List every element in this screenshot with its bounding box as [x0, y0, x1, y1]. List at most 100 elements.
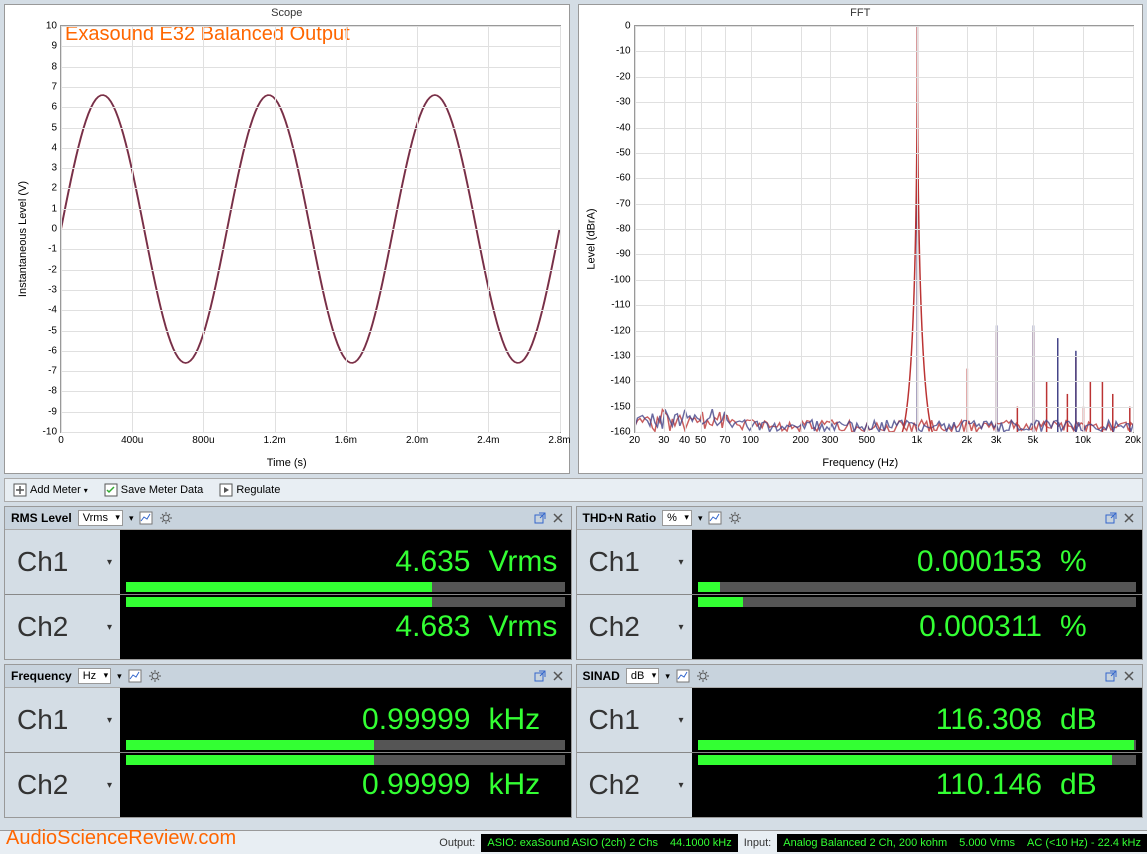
scope-title: Scope: [271, 7, 302, 19]
thdn-ch2-display: 0.000311%: [692, 595, 1143, 659]
save-icon: [104, 483, 118, 497]
close-icon[interactable]: [551, 669, 565, 683]
sinad-ch2-row: Ch2▾ 110.146 dB: [577, 753, 1143, 817]
rms-meter: RMS LevelVrms▾Ch1▾4.635VrmsCh2▾4.683Vrms: [4, 506, 572, 660]
freq-ch2-label: Ch2▾: [5, 753, 120, 817]
freq-meter: FrequencyHz▾Ch1▾0.99999kHzCh2▾0.99999kHz: [4, 664, 572, 818]
chevron-down-icon[interactable]: ▾: [107, 622, 112, 633]
save-meter-button[interactable]: Save Meter Data: [100, 481, 208, 499]
thdn-title: THD+N Ratio: [583, 511, 657, 525]
freq-ch2-value: 0.99999: [362, 768, 470, 802]
thdn-ch1-row: Ch1▾0.000153%: [577, 530, 1143, 594]
chart-icon[interactable]: [708, 511, 722, 525]
sinad-ch1-unit: dB: [1060, 703, 1132, 737]
rms-header: RMS Level Vrms ▾: [5, 507, 571, 530]
gear-icon[interactable]: [159, 511, 173, 525]
freq-ch1-value: 0.99999: [362, 703, 470, 737]
rms-ch2-display: 4.683Vrms: [120, 595, 571, 659]
chevron-down-icon[interactable]: ▾: [117, 671, 122, 682]
input-label: Input:: [738, 837, 778, 849]
chevron-down-icon[interactable]: ▾: [698, 513, 703, 524]
fft-plot-area: 0-10-20-30-40-50-60-70-80-90-100-110-120…: [634, 25, 1135, 433]
chart-icon[interactable]: [128, 669, 142, 683]
input-bw[interactable]: AC (<10 Hz) - 22.4 kHz: [1021, 834, 1147, 852]
chart-icon[interactable]: [676, 669, 690, 683]
scope-plot-area: 109876543210-1-2-3-4-5-6-7-8-9-100400u80…: [60, 25, 561, 433]
freq-ch2-row: Ch2▾ 0.99999 kHz: [5, 753, 571, 817]
rms-title: RMS Level: [11, 511, 72, 525]
sinad-header: SINAD dB ▾: [577, 665, 1143, 688]
status-bar: AudioScienceReview.com Output: ASIO: exa…: [0, 830, 1147, 854]
fft-ylabel: Level (dBrA): [585, 208, 597, 269]
chevron-down-icon: ▾: [84, 486, 88, 495]
scope-xlabel: Time (s): [267, 457, 307, 469]
output-value[interactable]: ASIO: exaSound ASIO (2ch) 2 Chs: [481, 834, 664, 852]
rms-ch1-label: Ch1▾: [5, 530, 120, 594]
gear-icon[interactable]: [148, 669, 162, 683]
freq-ch2-display: 0.99999 kHz: [120, 753, 571, 817]
rms-ch1-row: Ch1▾4.635Vrms: [5, 530, 571, 594]
scope-ylabel: Instantaneous Level (V): [17, 181, 29, 297]
gear-icon[interactable]: [728, 511, 742, 525]
fft-xlabel: Frequency (Hz): [822, 457, 898, 469]
sinad-ch1-row: Ch1▾116.308dB: [577, 688, 1143, 752]
chevron-down-icon[interactable]: ▾: [665, 671, 670, 682]
sinad-ch2-label: Ch2▾: [577, 753, 692, 817]
regulate-button[interactable]: Regulate: [215, 481, 284, 499]
chevron-down-icon[interactable]: ▾: [107, 557, 112, 568]
fft-chart: FFT Level (dBrA) 0-10-20-30-40-50-60-70-…: [578, 4, 1144, 474]
fft-title: FFT: [850, 7, 870, 19]
thdn-ch2-value: 0.000311: [919, 610, 1042, 644]
chevron-down-icon[interactable]: ▾: [678, 622, 683, 633]
rms-unit-select[interactable]: Vrms: [78, 510, 123, 526]
chevron-down-icon[interactable]: ▾: [107, 780, 112, 791]
chart-icon[interactable]: [139, 511, 153, 525]
rms-ch2-value: 4.683: [395, 610, 470, 644]
input-value[interactable]: Analog Balanced 2 Ch, 200 kohm: [777, 834, 953, 852]
chevron-down-icon[interactable]: ▾: [678, 780, 683, 791]
rms-ch1-unit: Vrms: [489, 545, 561, 579]
rms-ch2-row: Ch2▾4.683Vrms: [5, 595, 571, 659]
sinad-unit-select[interactable]: dB: [626, 668, 659, 684]
thdn-ch2-label: Ch2▾: [577, 595, 692, 659]
play-icon: [219, 483, 233, 497]
plus-icon: [13, 483, 27, 497]
freq-header: Frequency Hz ▾: [5, 665, 571, 688]
sinad-ch1-label: Ch1▾: [577, 688, 692, 752]
freq-title: Frequency: [11, 669, 72, 683]
popout-icon[interactable]: [533, 511, 547, 525]
output-rate[interactable]: 44.1000 kHz: [664, 834, 738, 852]
chevron-down-icon[interactable]: ▾: [678, 715, 683, 726]
input-level[interactable]: 5.000 Vrms: [953, 834, 1021, 852]
close-icon[interactable]: [551, 511, 565, 525]
scope-chart: Scope Exasound E32 Balanced Output Insta…: [4, 4, 570, 474]
close-icon[interactable]: [1122, 511, 1136, 525]
popout-icon[interactable]: [533, 669, 547, 683]
sinad-ch2-unit: dB: [1060, 768, 1132, 802]
chevron-down-icon[interactable]: ▾: [129, 513, 134, 524]
add-meter-button[interactable]: Add Meter ▾: [9, 481, 92, 499]
watermark: AudioScienceReview.com: [6, 827, 236, 850]
freq-ch1-row: Ch1▾ 0.99999 kHz: [5, 688, 571, 752]
close-icon[interactable]: [1122, 669, 1136, 683]
gear-icon[interactable]: [696, 669, 710, 683]
chevron-down-icon[interactable]: ▾: [107, 715, 112, 726]
freq-ch2-unit: kHz: [489, 768, 561, 802]
freq-unit-select[interactable]: Hz: [78, 668, 111, 684]
freq-ch1-display: 0.99999 kHz: [120, 688, 571, 752]
thdn-unit-select[interactable]: %: [662, 510, 692, 526]
freq-ch1-label: Ch1▾: [5, 688, 120, 752]
sinad-ch2-display: 110.146 dB: [692, 753, 1143, 817]
sinad-ch2-value: 110.146: [936, 768, 1042, 802]
rms-ch2-label: Ch2▾: [5, 595, 120, 659]
popout-icon[interactable]: [1104, 511, 1118, 525]
output-label: Output:: [433, 837, 481, 849]
popout-icon[interactable]: [1104, 669, 1118, 683]
sinad-meter: SINADdB▾Ch1▾116.308dBCh2▾110.146dB: [576, 664, 1144, 818]
chevron-down-icon[interactable]: ▾: [678, 557, 683, 568]
freq-ch1-unit: kHz: [489, 703, 561, 737]
sinad-title: SINAD: [583, 669, 620, 683]
thdn-ch1-display: 0.000153%: [692, 530, 1143, 594]
meter-toolbar: Add Meter ▾ Save Meter Data Regulate: [4, 478, 1143, 502]
thdn-meter: THD+N Ratio%▾Ch1▾0.000153%Ch2▾0.000311%: [576, 506, 1144, 660]
